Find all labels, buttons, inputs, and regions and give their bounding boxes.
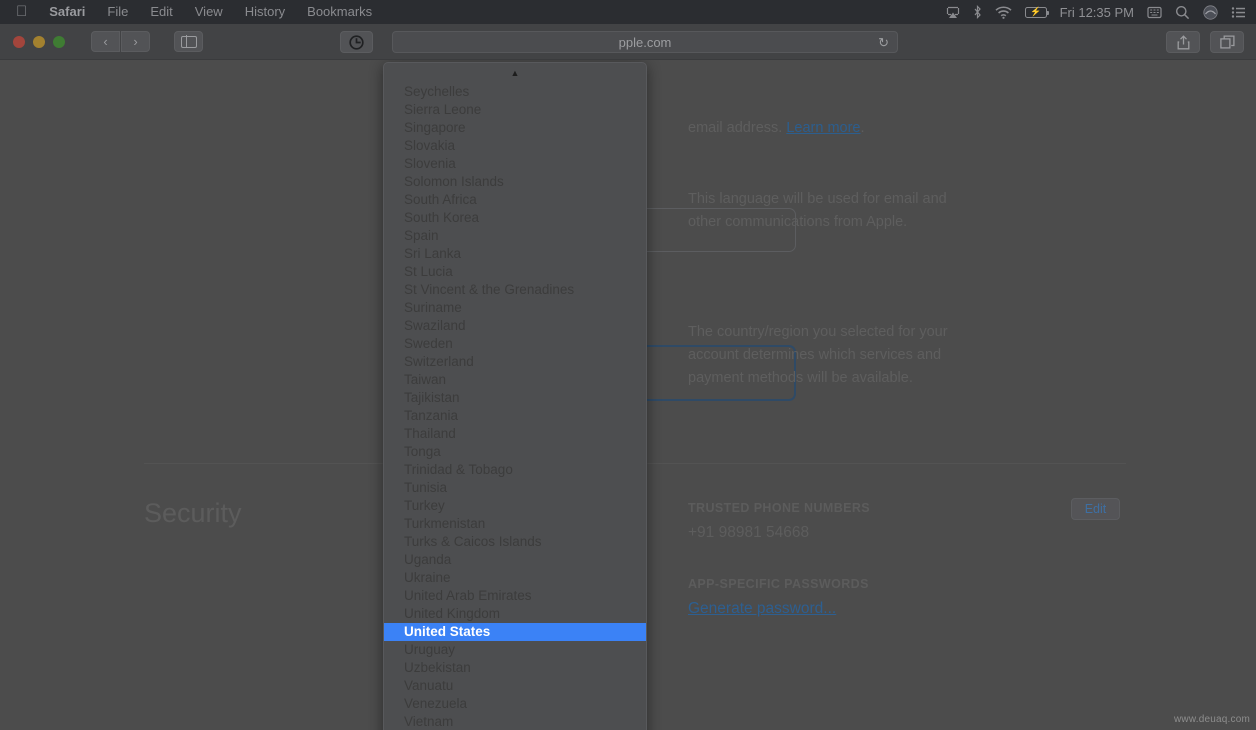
learn-more-link[interactable]: Learn more (786, 120, 860, 136)
share-icon (1177, 34, 1189, 49)
control-center-icon[interactable] (1231, 6, 1246, 19)
menu-item-file[interactable]: File (96, 0, 139, 24)
watermark-text: www.deuaq.com (1174, 714, 1250, 725)
email-hint-prefix: email address. (688, 120, 787, 136)
dropdown-item[interactable]: Tonga (384, 443, 646, 461)
spotlight-search-icon[interactable] (1175, 5, 1190, 20)
app-specific-passwords-label: APP-SPECIFIC PASSWORDS (688, 577, 869, 591)
zoom-window-button[interactable] (53, 35, 65, 48)
sidebar-icon (180, 35, 197, 48)
navigation-buttons: ‹ › (91, 31, 150, 52)
minimize-window-button[interactable] (33, 35, 45, 48)
email-hint-suffix: . (860, 120, 865, 136)
tab-overview-button[interactable] (1210, 31, 1244, 53)
forward-button[interactable]: › (121, 31, 150, 52)
battery-charging-icon[interactable]: ⚡ (1024, 6, 1049, 18)
dropdown-item-list: Seychelles Sierra Leone Singapore Slovakia S… (384, 83, 646, 730)
dropdown-item[interactable]: Sierra Leone (384, 101, 646, 119)
toolbar-right-buttons (1166, 31, 1244, 53)
page-content: email address. Learn more. This language… (0, 60, 1256, 730)
bluetooth-icon[interactable] (973, 5, 982, 19)
address-bar[interactable]: pple.com ↻ (392, 31, 898, 53)
menu-bar-clock[interactable]: Fri 12:35 PM (1060, 5, 1134, 20)
screen:  Safari File Edit View History Bookmark… (0, 0, 1256, 730)
tab-overview-icon (1219, 35, 1235, 49)
privacy-report-icon (349, 34, 364, 50)
trusted-phone-numbers-label: TRUSTED PHONE NUMBERS (688, 501, 871, 515)
country-region-dropdown-menu[interactable]: ▲ Seychelles Sierra Leone Singapore Slovaki… (383, 62, 647, 730)
dropdown-item[interactable]: Thailand (384, 425, 646, 443)
page-title-security: Security (144, 498, 242, 528)
menu-bar-status-area: ⚡ Fri 12:35 PM (946, 5, 1256, 20)
trusted-phone-number-value: +91 98981 54668 (688, 524, 810, 541)
sidebar-toggle-button[interactable] (174, 31, 203, 52)
dropdown-item[interactable]: Tanzania (384, 407, 646, 425)
email-hint-text: email address. Learn more. (688, 117, 1018, 140)
dropdown-item[interactable]: Slovakia (384, 137, 646, 155)
dropdown-item[interactable]: Slovenia (384, 155, 646, 173)
dropdown-item[interactable]: South Africa (384, 191, 646, 209)
input-source-icon[interactable] (1147, 6, 1162, 19)
dropdown-item[interactable]: Singapore (384, 119, 646, 137)
back-button[interactable]: ‹ (91, 31, 120, 52)
menu-bar:  Safari File Edit View History Bookmark… (0, 0, 1256, 24)
dropdown-item[interactable]: South Korea (384, 209, 646, 227)
menu-bar-left:  Safari File Edit View History Bookmark… (0, 0, 383, 24)
dropdown-item[interactable]: Solomon Islands (384, 173, 646, 191)
dropdown-item[interactable]: Vietnam (384, 713, 646, 730)
menu-item-bookmarks[interactable]: Bookmarks (296, 0, 383, 24)
dropdown-item[interactable]: Tajikistan (384, 389, 646, 407)
dropdown-item[interactable]: St Vincent & the Grenadines (384, 281, 646, 299)
dropdown-item[interactable]: Venezuela (384, 695, 646, 713)
dropdown-item[interactable]: Spain (384, 227, 646, 245)
dropdown-item-selected[interactable]: United States (384, 623, 646, 641)
safari-window: ‹ › pple.com ↻ email address. Learn more… (0, 24, 1256, 730)
dropdown-item[interactable]: Seychelles (384, 83, 646, 101)
dropdown-item[interactable]: Uruguay (384, 641, 646, 659)
dropdown-item[interactable]: St Lucia (384, 263, 646, 281)
dropdown-item[interactable]: Sweden (384, 335, 646, 353)
url-text[interactable]: pple.com (393, 35, 897, 50)
close-window-button[interactable] (13, 35, 25, 48)
privacy-report-button[interactable] (340, 31, 373, 53)
dropdown-item[interactable]: Suriname (384, 299, 646, 317)
country-region-hint-text: The country/region you selected for your… (688, 324, 948, 386)
apple-logo-icon[interactable]:  (12, 0, 38, 24)
menu-item-view[interactable]: View (184, 0, 234, 24)
window-traffic-lights (0, 35, 65, 48)
generate-password-link[interactable]: Generate password... (688, 600, 836, 618)
dropdown-item[interactable]: Ukraine (384, 569, 646, 587)
dropdown-item[interactable]: Turkmenistan (384, 515, 646, 533)
safari-toolbar: ‹ › pple.com ↻ (0, 24, 1256, 60)
dropdown-item[interactable]: Tunisia (384, 479, 646, 497)
dropdown-item[interactable]: Vanuatu (384, 677, 646, 695)
dropdown-item[interactable]: Uganda (384, 551, 646, 569)
dropdown-item[interactable]: Uzbekistan (384, 659, 646, 677)
reload-icon[interactable]: ↻ (878, 36, 889, 49)
dropdown-item[interactable]: Turks & Caicos Islands (384, 533, 646, 551)
dropdown-item[interactable]: Sri Lanka (384, 245, 646, 263)
dropdown-item[interactable]: Taiwan (384, 371, 646, 389)
siri-icon[interactable] (1203, 4, 1218, 20)
dropdown-item[interactable]: Turkey (384, 497, 646, 515)
dropdown-item[interactable]: Swaziland (384, 317, 646, 335)
edit-trusted-phone-button[interactable]: Edit (1071, 498, 1120, 520)
dropdown-item[interactable]: United Kingdom (384, 605, 646, 623)
menu-item-history[interactable]: History (234, 0, 296, 24)
share-button[interactable] (1166, 31, 1200, 53)
menu-item-edit[interactable]: Edit (139, 0, 183, 24)
dropdown-item[interactable]: Trinidad & Tobago (384, 461, 646, 479)
dropdown-item[interactable]: United Arab Emirates (384, 587, 646, 605)
language-hint-text: This language will be used for email and… (688, 191, 947, 230)
dropdown-scroll-up-arrow-icon[interactable]: ▲ (384, 63, 646, 83)
menu-item-safari[interactable]: Safari (38, 0, 96, 24)
dropdown-item[interactable]: Switzerland (384, 353, 646, 371)
wifi-icon[interactable] (995, 5, 1012, 19)
airplay-icon[interactable] (946, 6, 960, 19)
